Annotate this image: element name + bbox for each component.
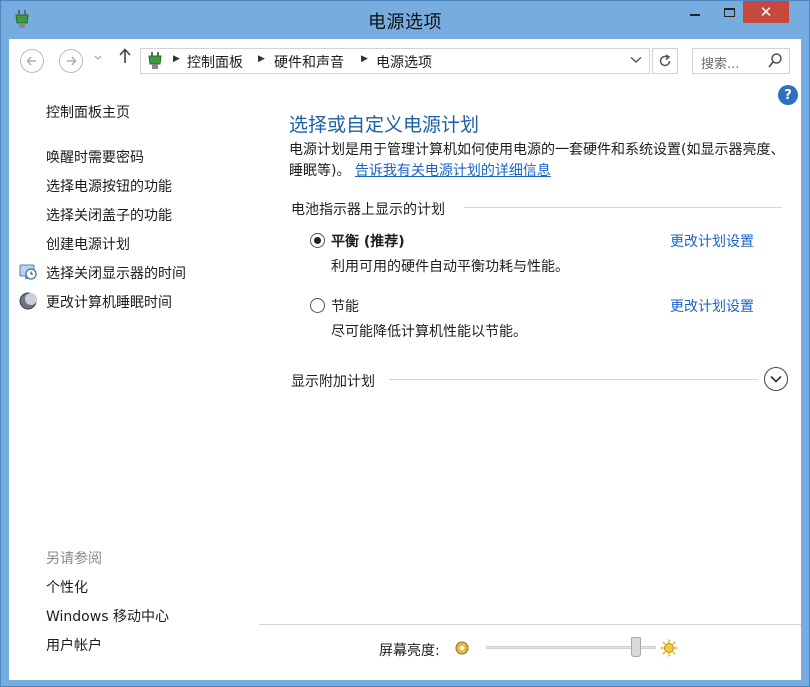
battery-plans-heading: 电池指示器上显示的计划: [291, 202, 445, 218]
arrow-up-icon: [119, 48, 131, 63]
breadcrumb-separator-icon[interactable]: ▶: [173, 54, 180, 64]
help-icon: ?: [784, 87, 792, 103]
brightness-low-icon: [455, 641, 469, 655]
brightness-high-icon: [660, 639, 678, 657]
monitor-clock-icon: [19, 264, 37, 280]
see-also-mobility-center[interactable]: Windows 移动中心: [46, 606, 169, 626]
power-plug-icon: [148, 52, 162, 69]
see-also-heading: 另请参阅: [46, 551, 102, 567]
expand-plans-button[interactable]: [764, 367, 788, 391]
recent-locations-dropdown[interactable]: [94, 54, 102, 64]
breadcrumb-power-options[interactable]: 电源选项: [376, 52, 432, 72]
plan-saver-description: 尽可能降低计算机性能以节能。: [331, 324, 527, 340]
client-area: ▶ 控制面板 ▶ 硬件和声音 ▶ 电源选项 搜索... 控制面板主页 唤醒时需要…: [9, 39, 801, 680]
plan-balanced-description: 利用可用的硬件自动平衡功耗与性能。: [331, 259, 569, 275]
plan-saver-radio[interactable]: [310, 298, 325, 313]
page-description: 电源计划是用于管理计算机如何使用电源的一套硬件和系统设置(如显示器亮度、睡眠等)…: [289, 140, 789, 182]
search-icon[interactable]: [767, 52, 783, 70]
minimize-button[interactable]: [678, 1, 712, 23]
section-divider: [389, 379, 758, 380]
sidebar-item-display-off[interactable]: 选择关闭显示器的时间: [46, 263, 186, 283]
breadcrumb-separator-icon[interactable]: ▶: [361, 54, 368, 64]
search-input[interactable]: 搜索...: [692, 48, 790, 74]
maximize-icon: [723, 7, 735, 17]
see-also-personalization[interactable]: 个性化: [46, 577, 88, 597]
maximize-button[interactable]: [712, 1, 746, 23]
up-button[interactable]: [118, 48, 132, 69]
title-bar[interactable]: 电源选项 ✕: [1, 1, 809, 39]
breadcrumb-separator-icon[interactable]: ▶: [258, 54, 265, 64]
learn-more-link[interactable]: 告诉我有关电源计划的详细信息: [355, 163, 551, 179]
help-button[interactable]: ?: [778, 85, 798, 105]
sidebar: 控制面板主页 唤醒时需要密码 选择电源按钮的功能 选择关闭盖子的功能 创建电源计…: [9, 83, 259, 680]
sidebar-item-wake-password[interactable]: 唤醒时需要密码: [46, 147, 144, 167]
breadcrumb-hardware-sound[interactable]: 硬件和声音: [274, 52, 344, 72]
sidebar-item-power-button[interactable]: 选择电源按钮的功能: [46, 176, 172, 196]
chevron-down-icon: [770, 375, 782, 383]
minimize-icon: [690, 14, 700, 16]
refresh-button[interactable]: [652, 48, 678, 74]
plan-balanced-change-link[interactable]: 更改计划设置: [670, 231, 754, 251]
power-options-window: 电源选项 ✕ ▶ 控制面板 ▶ 硬件和声音 ▶ 电源选项 搜索... 控制面板主…: [0, 0, 810, 687]
refresh-icon: [659, 54, 671, 67]
arrow-right-icon: [67, 56, 77, 66]
bottom-divider: [259, 624, 801, 625]
see-also-user-accounts[interactable]: 用户帐户: [46, 635, 102, 655]
breadcrumb-control-panel[interactable]: 控制面板: [187, 52, 243, 72]
section-divider: [464, 207, 782, 208]
moon-icon: [19, 292, 37, 310]
chevron-down-icon: [94, 55, 102, 60]
sidebar-item-lid-close[interactable]: 选择关闭盖子的功能: [46, 205, 172, 225]
arrow-left-icon: [26, 56, 36, 66]
more-plans-heading[interactable]: 显示附加计划: [291, 371, 375, 391]
plan-saver-name[interactable]: 节能: [331, 296, 359, 316]
brightness-slider-thumb[interactable]: [631, 637, 641, 657]
brightness-label: 屏幕亮度:: [379, 643, 440, 659]
sidebar-home-link[interactable]: 控制面板主页: [46, 102, 130, 122]
plan-balanced-radio[interactable]: [310, 233, 325, 248]
sidebar-item-sleep-time[interactable]: 更改计算机睡眠时间: [46, 292, 172, 312]
page-title: 选择或自定义电源计划: [289, 114, 480, 136]
address-bar[interactable]: ▶ 控制面板 ▶ 硬件和声音 ▶ 电源选项: [140, 48, 650, 74]
search-placeholder: 搜索...: [701, 57, 740, 72]
address-toolbar: ▶ 控制面板 ▶ 硬件和声音 ▶ 电源选项 搜索...: [9, 39, 801, 83]
forward-button[interactable]: [59, 49, 83, 73]
back-button[interactable]: [20, 49, 44, 73]
close-icon: ✕: [759, 3, 773, 21]
main-content: ? 选择或自定义电源计划 电源计划是用于管理计算机如何使用电源的一套硬件和系统设…: [259, 83, 801, 680]
close-button[interactable]: ✕: [743, 1, 789, 23]
sidebar-item-create-plan[interactable]: 创建电源计划: [46, 234, 130, 254]
plan-balanced-name[interactable]: 平衡 (推荐): [331, 231, 405, 251]
chevron-down-icon[interactable]: [630, 53, 642, 67]
plan-saver-change-link[interactable]: 更改计划设置: [670, 296, 754, 316]
